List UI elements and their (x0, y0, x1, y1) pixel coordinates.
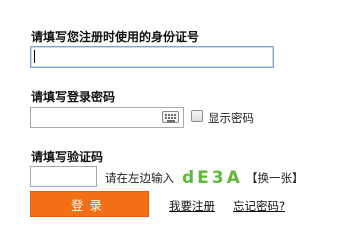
login-button-label: 登录 (70, 197, 108, 213)
refresh-captcha-link[interactable]: 【换一张】 (246, 170, 304, 186)
forgot-password-link[interactable]: 忘记密码? (233, 198, 285, 214)
text-caret (34, 50, 35, 63)
captcha-hint: 请在左边输入 (105, 171, 174, 185)
password-input[interactable] (30, 107, 184, 128)
captcha-code: dE3A (182, 168, 243, 188)
password-label: 请填写登录密码 (31, 90, 116, 104)
register-link[interactable]: 我要注册 (169, 198, 215, 214)
captcha-input[interactable] (30, 166, 97, 187)
login-button[interactable]: 登录 (30, 191, 149, 217)
show-password-label[interactable]: 显示密码 (208, 110, 254, 126)
show-password-checkbox[interactable] (191, 110, 203, 122)
keyboard-icon[interactable] (162, 111, 179, 123)
captcha-label: 请填写验证码 (31, 150, 104, 164)
login-form: 请填写您注册时使用的身份证号 请填写登录密码 显示密码 请填写验证码 请在左边输… (0, 0, 351, 250)
id-number-input[interactable] (30, 46, 274, 68)
id-number-label: 请填写您注册时使用的身份证号 (31, 30, 200, 44)
captcha-image[interactable]: dE3A (182, 168, 243, 188)
